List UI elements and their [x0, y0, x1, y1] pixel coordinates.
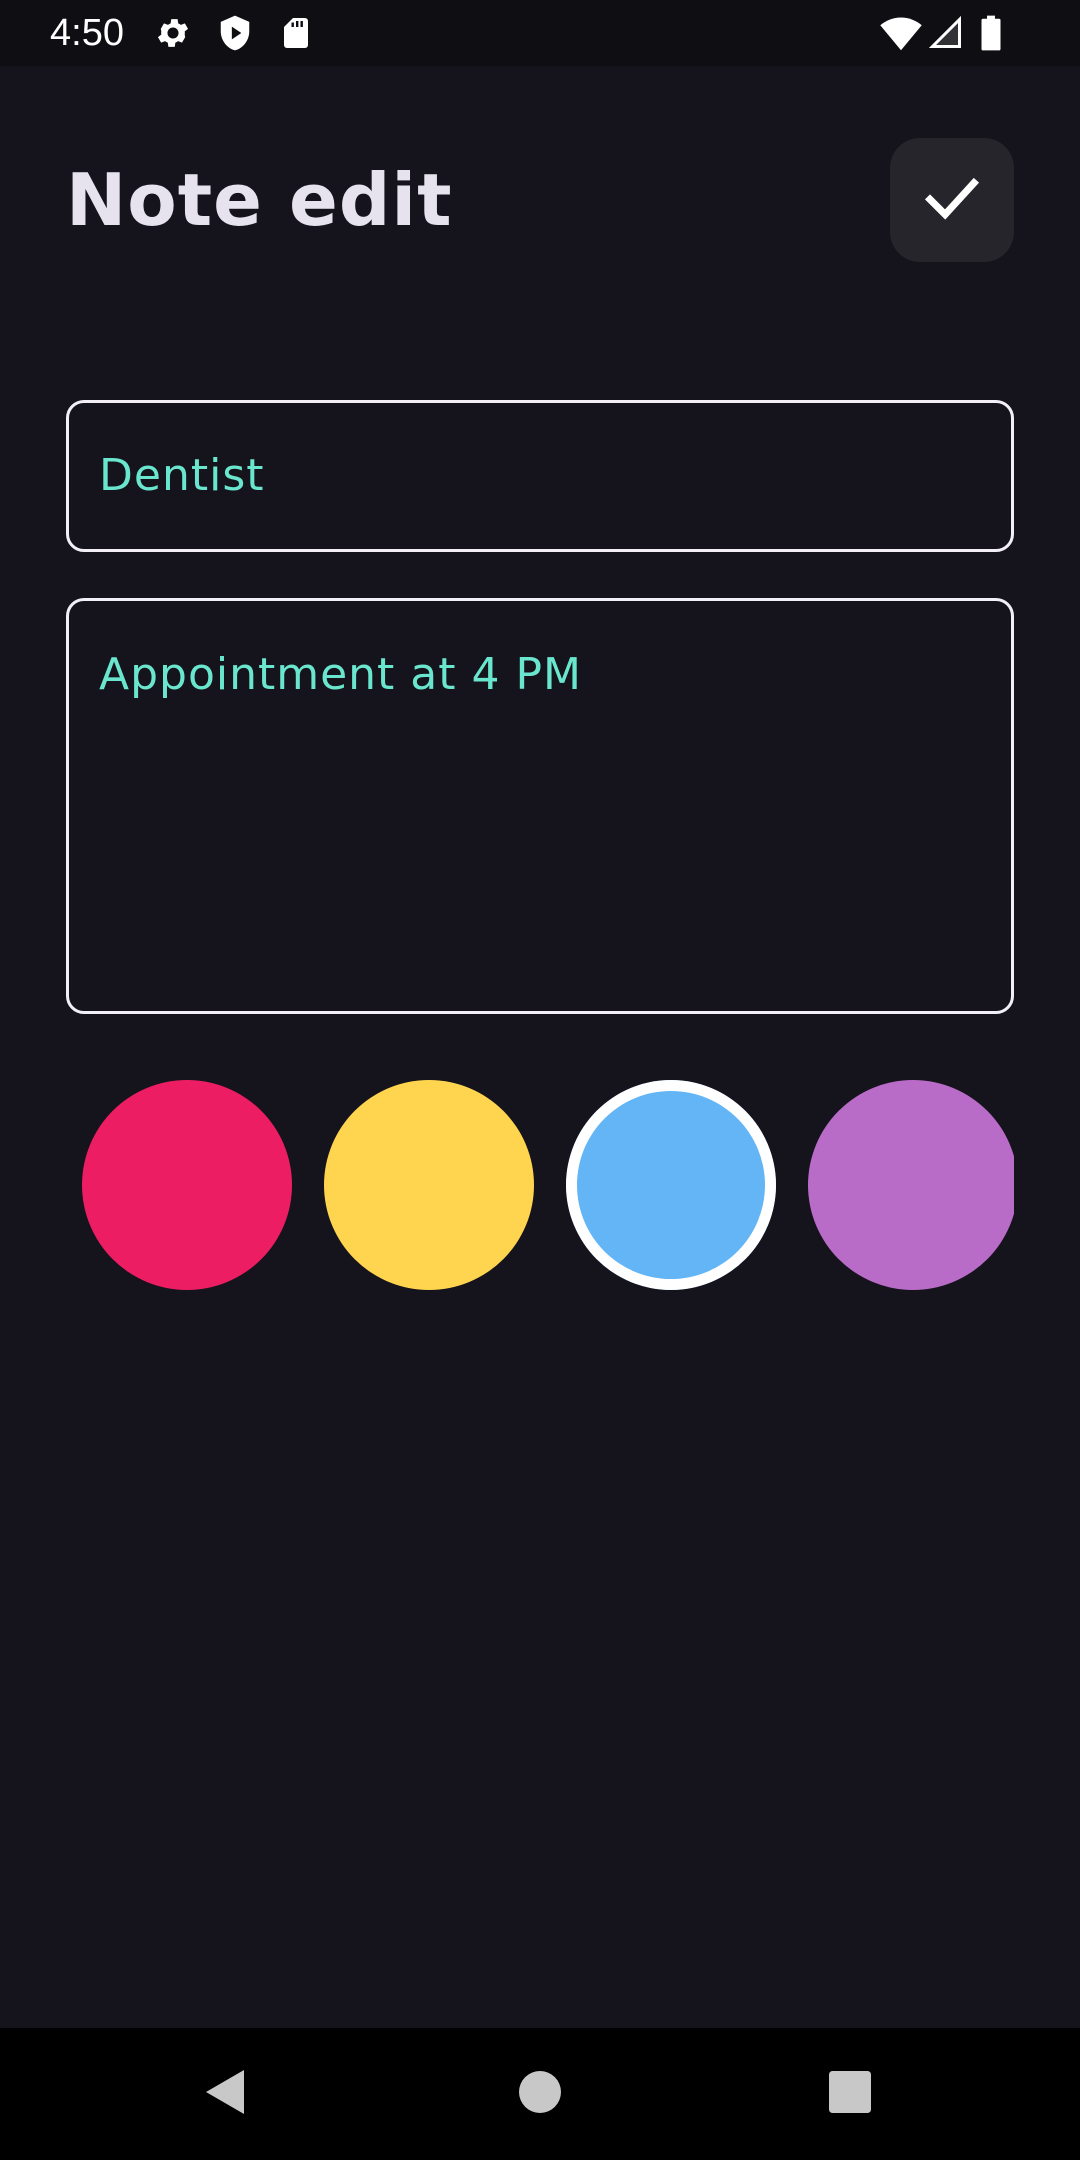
color-swatch-selected[interactable]	[566, 1080, 776, 1290]
title-input-value: Dentist	[99, 450, 265, 501]
color-swatch[interactable]	[808, 1080, 1014, 1290]
status-time: 4:50	[50, 12, 124, 54]
note-edit-screen: 4:50 Note edit Dentist Appointment at 4 …	[0, 0, 1080, 2160]
back-button[interactable]	[186, 2028, 266, 2160]
recents-icon	[829, 2071, 871, 2117]
page-title: Note edit	[66, 158, 453, 242]
title-input[interactable]: Dentist	[66, 400, 1014, 552]
settings-icon	[154, 14, 192, 56]
shield-play-icon	[216, 14, 254, 56]
color-swatch[interactable]	[324, 1080, 534, 1290]
content-input-value: Appointment at 4 PM	[99, 649, 582, 700]
back-icon	[204, 2068, 248, 2120]
color-picker	[66, 1080, 1014, 1292]
sd-card-icon	[278, 14, 314, 56]
color-swatch[interactable]	[82, 1080, 292, 1290]
signal-icon	[928, 14, 964, 56]
wifi-icon	[880, 14, 922, 56]
home-icon	[519, 2071, 561, 2117]
home-button[interactable]	[500, 2028, 580, 2160]
recents-button[interactable]	[810, 2028, 890, 2160]
check-icon	[919, 165, 985, 235]
battery-icon	[978, 14, 1004, 56]
status-bar: 4:50	[0, 0, 1080, 66]
save-button[interactable]	[890, 138, 1014, 262]
content-input[interactable]: Appointment at 4 PM	[66, 598, 1014, 1014]
navigation-bar	[0, 2028, 1080, 2160]
